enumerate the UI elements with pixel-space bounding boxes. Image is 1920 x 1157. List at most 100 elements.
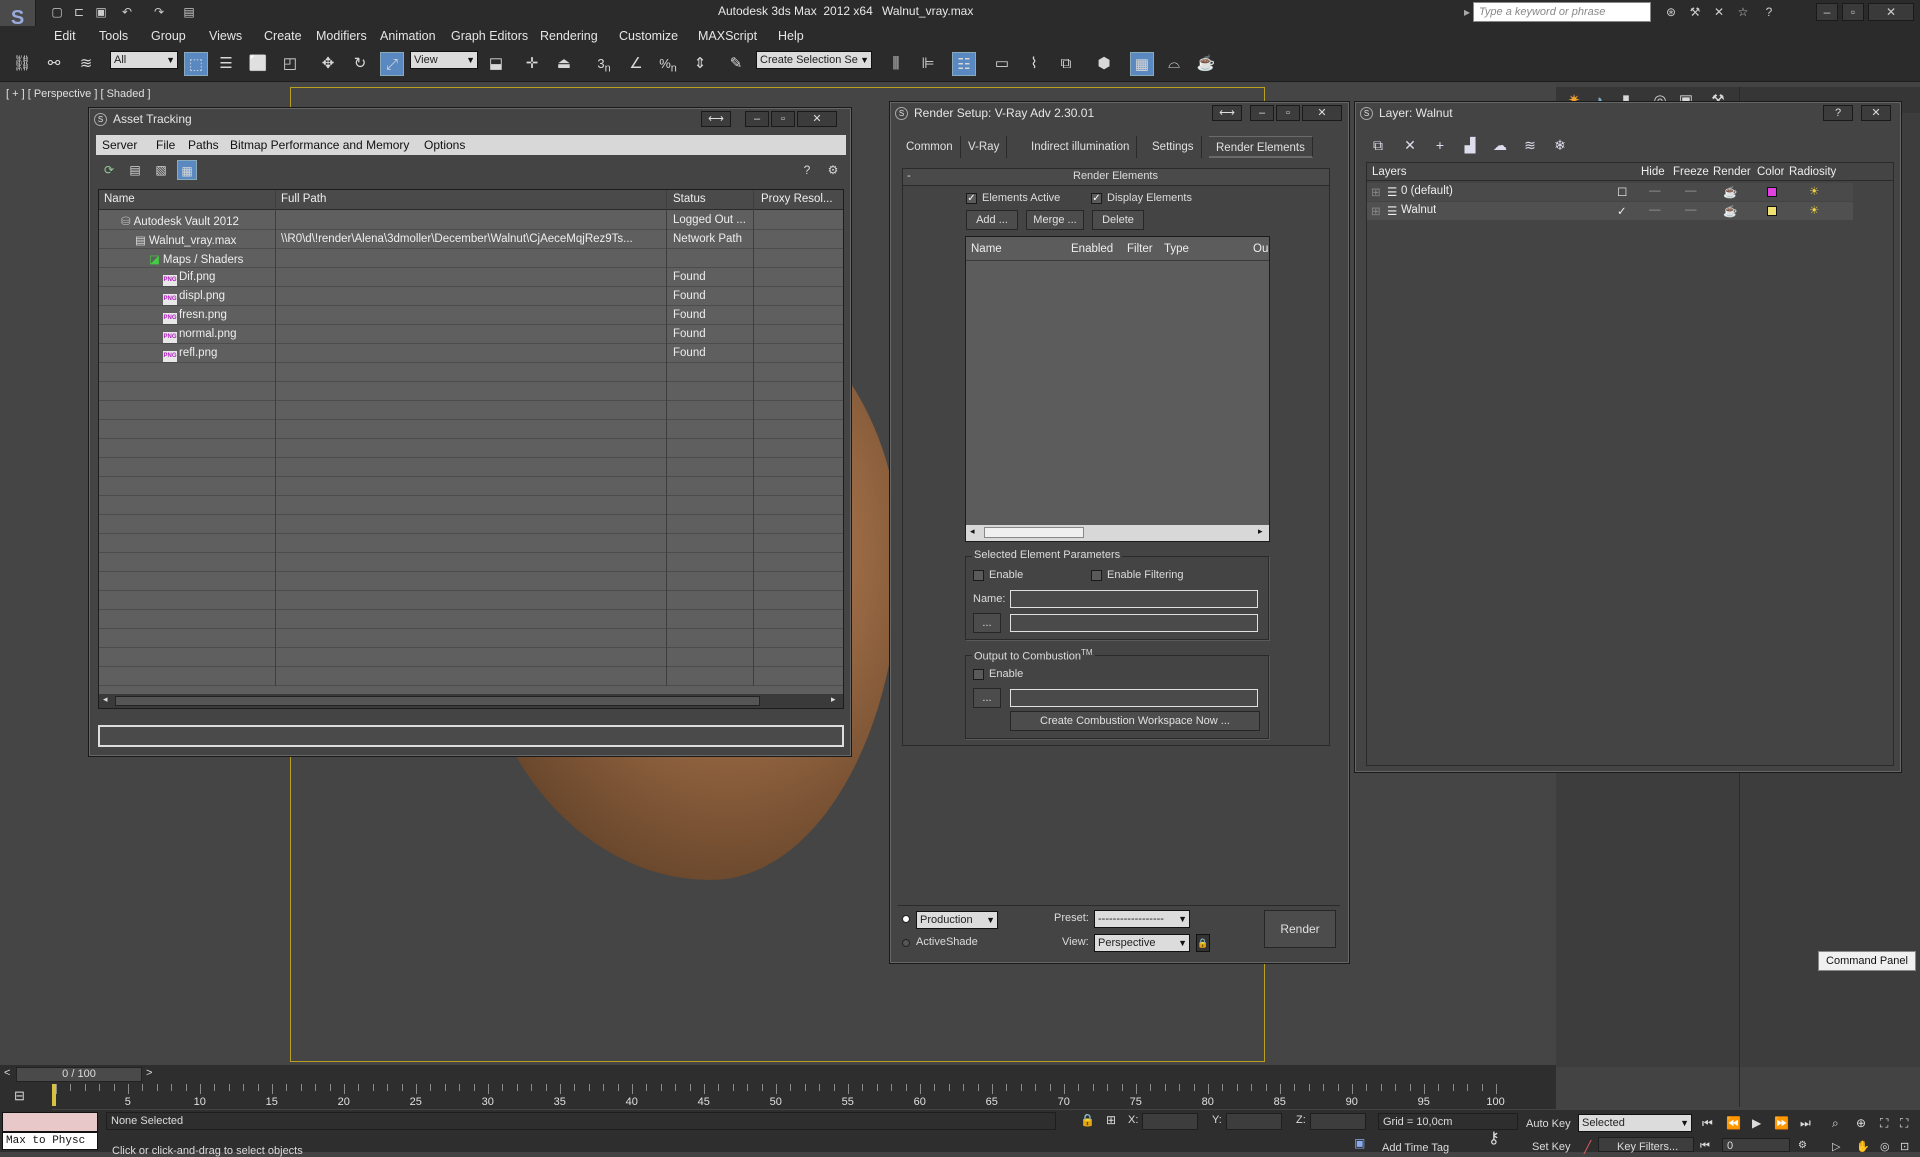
asset-close-button[interactable]: ✕: [797, 111, 837, 127]
spinner-snap-icon[interactable]: ⇕: [688, 52, 712, 76]
render-toggle-icon[interactable]: ☕: [1723, 204, 1737, 218]
maxscript-mini-input[interactable]: Max to Physc: [2, 1132, 98, 1150]
rotate-icon[interactable]: ↻: [348, 52, 372, 76]
layer-help-button[interactable]: ?: [1823, 105, 1853, 121]
asset-menu-server[interactable]: Server: [102, 138, 137, 152]
render-minimize-button[interactable]: –: [1250, 105, 1274, 121]
reference-coordinate-select[interactable]: View ▼: [410, 51, 478, 69]
activeshade-radio[interactable]: [902, 939, 910, 947]
re-col-name[interactable]: Name: [971, 243, 1002, 255]
layer-col-render[interactable]: Render: [1713, 166, 1751, 178]
select-object-icon[interactable]: ⬚: [184, 52, 208, 76]
asset-menu-options[interactable]: Options: [424, 138, 465, 152]
zoom-extents-all-icon[interactable]: ⛶: [1900, 1116, 1908, 1131]
graphite-ribbon-icon[interactable]: ▭: [990, 52, 1014, 76]
asset-menu-file[interactable]: File: [156, 138, 175, 152]
zoom-all-icon[interactable]: ⊕: [1856, 1116, 1866, 1130]
layer-col-color[interactable]: Color: [1757, 166, 1784, 178]
render-dock-icon[interactable]: ⟷: [1212, 105, 1242, 121]
layer-color-swatch[interactable]: [1767, 206, 1777, 216]
layer-manager-icon[interactable]: ☷: [952, 52, 976, 76]
key-mode-icon[interactable]: ⏮: [1700, 1140, 1710, 1153]
hide-all-layers-icon[interactable]: ≋: [1520, 136, 1540, 154]
re-scroll-left-icon[interactable]: ◂: [970, 526, 975, 537]
element-path-input[interactable]: [1010, 614, 1258, 632]
close-button[interactable]: ✕: [1868, 3, 1914, 21]
set-key-icon[interactable]: ⚷: [1488, 1128, 1500, 1148]
re-col-output[interactable]: Ou: [1253, 243, 1268, 255]
goto-end-icon[interactable]: ⏭: [1800, 1116, 1811, 1131]
render-setup-titlebar[interactable]: S Render Setup: V-Ray Adv 2.30.01 ⟷ – ▫ …: [890, 102, 1349, 124]
select-in-layer-icon[interactable]: ▟: [1460, 136, 1480, 154]
previous-frame-icon[interactable]: ⏪: [1726, 1116, 1741, 1130]
track-bar[interactable]: 5 10 15 20 25 30 35 40 45 50 55 60 65 70 75 80 85 90 95 100: [52, 1084, 1556, 1109]
time-slider[interactable]: < 0 / 100 >: [0, 1065, 1556, 1084]
table-row[interactable]: PNG normal.png Found: [99, 325, 843, 344]
render-toggle-icon[interactable]: ☕: [1723, 185, 1737, 199]
table-row[interactable]: ◪ Maps / Shaders: [99, 249, 843, 268]
tab-vray[interactable]: V-Ray: [961, 136, 1008, 158]
layer-row[interactable]: ⊞ ☰ 0 (default) ☐ — — ☕ ☀: [1367, 183, 1853, 201]
re-scroll-thumb[interactable]: [984, 527, 1084, 538]
help-icon[interactable]: ?: [1760, 4, 1778, 20]
play-icon[interactable]: ▶: [1752, 1116, 1761, 1130]
menu-create[interactable]: Create: [264, 29, 302, 43]
absolute-mode-icon[interactable]: ⊞: [1106, 1113, 1116, 1127]
tab-settings[interactable]: Settings: [1145, 136, 1202, 158]
maximize-viewport-icon[interactable]: ⊡: [1900, 1140, 1909, 1153]
save-file-icon[interactable]: ▣: [92, 4, 110, 20]
enable-filtering-checkbox[interactable]: [1091, 570, 1102, 581]
rendered-frame-window-icon[interactable]: ⌓: [1162, 52, 1186, 76]
layer-col-layers[interactable]: Layers: [1372, 166, 1407, 178]
create-layer-icon[interactable]: ⧉: [1368, 136, 1388, 154]
tab-common[interactable]: Common: [899, 136, 961, 158]
freeze-all-layers-icon[interactable]: ❄: [1550, 136, 1570, 154]
trackbar-toggle[interactable]: ⊟: [0, 1084, 52, 1110]
keyboard-shortcut-icon[interactable]: ⏏: [552, 52, 576, 76]
unlink-icon[interactable]: ⚯: [42, 52, 66, 76]
add-to-layer-icon[interactable]: +: [1430, 136, 1450, 154]
next-frame-icon[interactable]: ⏩: [1774, 1116, 1789, 1130]
auto-key-button[interactable]: Auto Key: [1526, 1118, 1571, 1130]
hide-toggle-icon[interactable]: —: [1649, 185, 1661, 197]
menu-rendering[interactable]: Rendering: [540, 29, 598, 43]
time-slider-thumb[interactable]: 0 / 100: [16, 1067, 142, 1082]
asset-minimize-button[interactable]: –: [745, 111, 769, 127]
freeze-toggle-icon[interactable]: —: [1685, 204, 1697, 216]
layer-list[interactable]: Layers Hide Freeze Render Color Radiosit…: [1366, 162, 1894, 766]
menu-modifiers[interactable]: Modifiers: [316, 29, 367, 43]
bind-space-warp-icon[interactable]: ≋: [74, 52, 98, 76]
menu-maxscript[interactable]: MAXScript: [698, 29, 757, 43]
scroll-thumb[interactable]: [115, 696, 760, 706]
asset-tracking-titlebar[interactable]: S Asset Tracking ⟷ – ▫ ✕: [89, 108, 851, 130]
active-layer-indicator[interactable]: ☐: [1617, 185, 1627, 199]
time-prev-icon[interactable]: <: [4, 1067, 10, 1079]
angle-snap-icon[interactable]: ∠: [624, 52, 648, 76]
render-maximize-button[interactable]: ▫: [1276, 105, 1300, 121]
layer-name[interactable]: Walnut: [1401, 204, 1436, 216]
percent-snap-icon[interactable]: %n: [656, 52, 680, 76]
zoom-icon[interactable]: ⌕: [1832, 1116, 1839, 1131]
communication-icon[interactable]: ✕: [1710, 4, 1728, 20]
add-element-button[interactable]: Add ...: [966, 210, 1018, 230]
scale-icon[interactable]: ⤢: [380, 52, 404, 76]
re-col-type[interactable]: Type: [1164, 243, 1189, 255]
elements-active-checkbox[interactable]: ✓: [966, 193, 977, 204]
production-radio[interactable]: [902, 915, 910, 923]
minimize-button[interactable]: –: [1816, 3, 1838, 21]
key-filters-button[interactable]: Key Filters...: [1598, 1137, 1694, 1153]
layer-col-radiosity[interactable]: Radiosity: [1789, 166, 1836, 178]
combustion-path-input[interactable]: [1010, 689, 1258, 707]
asset-maximize-button[interactable]: ▫: [771, 111, 795, 127]
pivot-center-icon[interactable]: ⬓: [484, 52, 508, 76]
lock-view-icon[interactable]: 🔒: [1196, 934, 1210, 952]
asset-horizontal-scrollbar[interactable]: ◂ ▸: [99, 694, 843, 708]
edit-named-selection-icon[interactable]: ✎: [724, 52, 748, 76]
layer-col-freeze[interactable]: Freeze: [1673, 166, 1709, 178]
x-coordinate-input[interactable]: [1142, 1113, 1198, 1130]
rollout-header[interactable]: - Render Elements: [903, 169, 1329, 186]
align-icon[interactable]: ⊫: [916, 52, 940, 76]
binoculars-icon[interactable]: ⊛: [1662, 4, 1680, 20]
col-full-path[interactable]: Full Path: [281, 193, 326, 205]
table-row[interactable]: PNG fresn.png Found: [99, 306, 843, 325]
